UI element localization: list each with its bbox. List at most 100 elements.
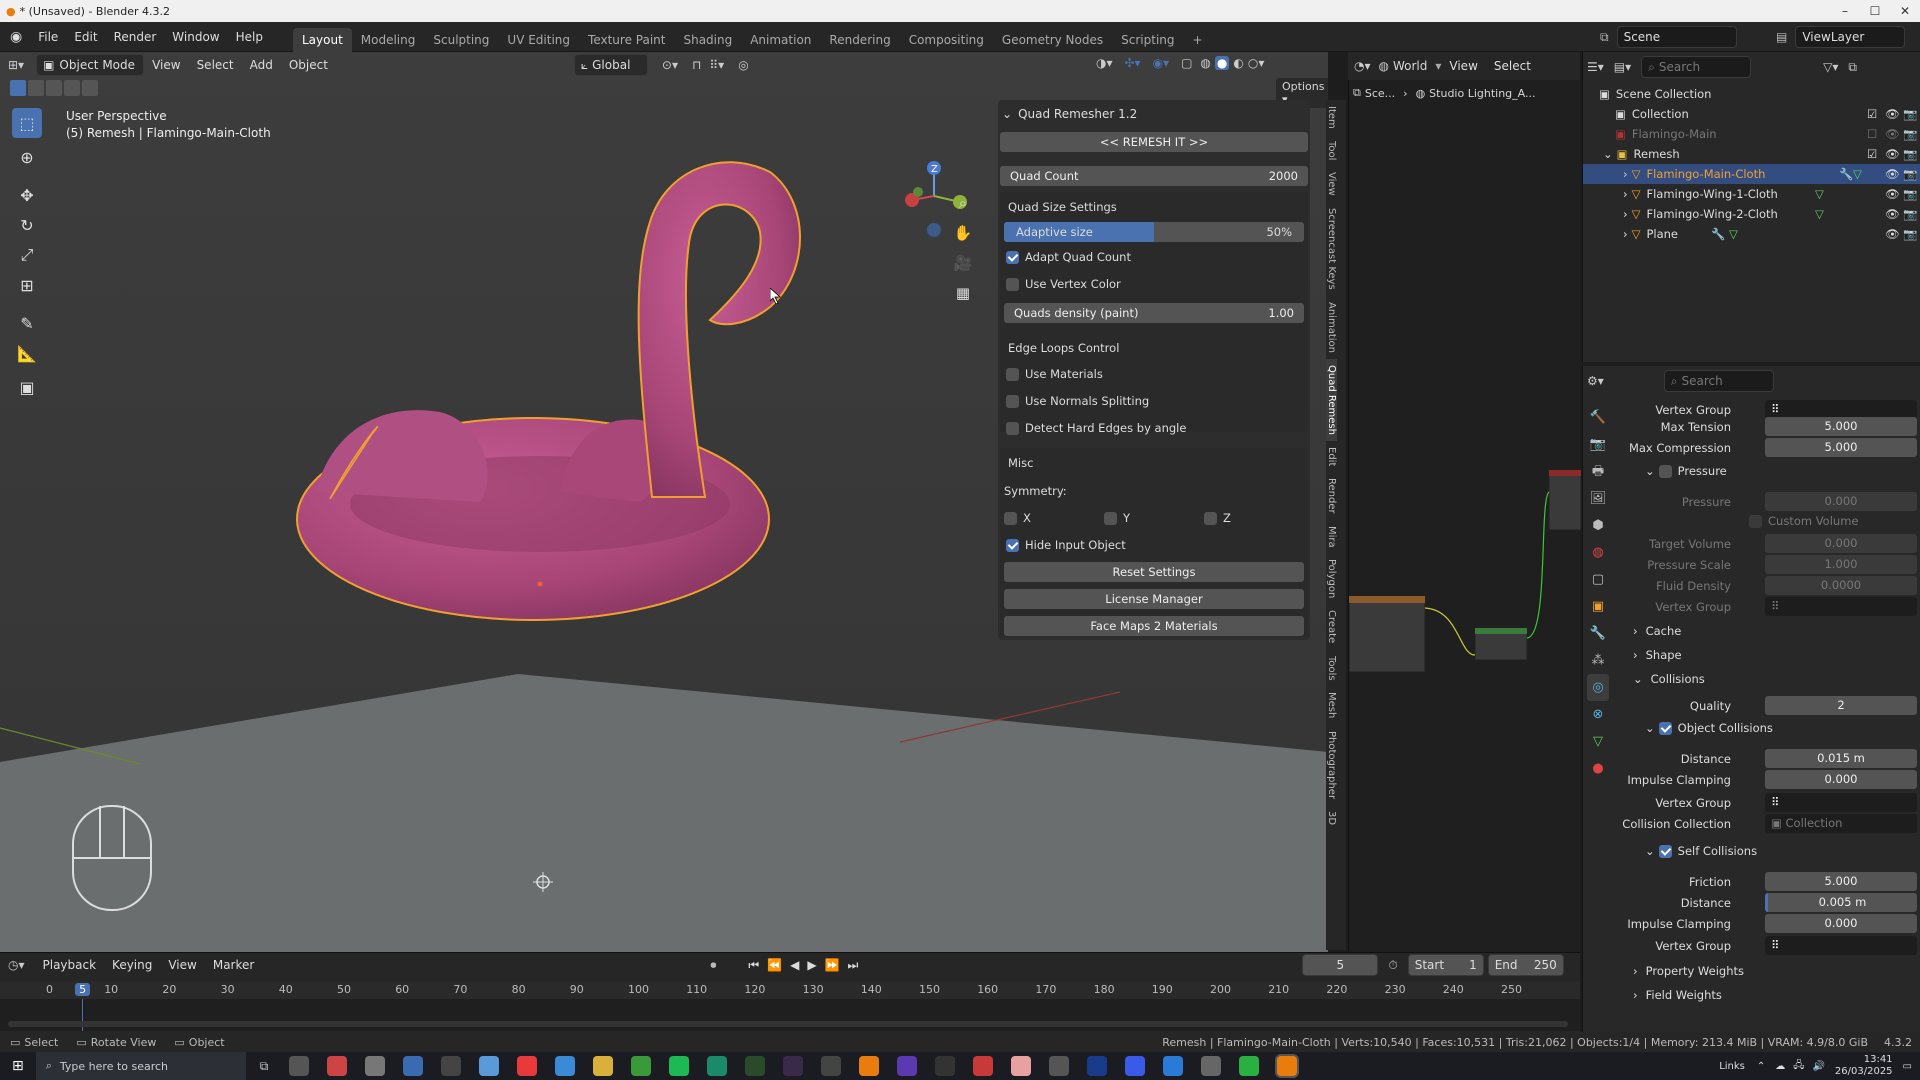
use-vertex-color-checkbox[interactable]: Use Vertex Color [1006, 277, 1310, 291]
xray-icon[interactable]: ▢ [1181, 56, 1192, 70]
sidebar-tab-photographer[interactable]: Photographer [1326, 725, 1337, 805]
solid-shading-icon[interactable]: ● [1214, 56, 1230, 70]
app-blender-icon[interactable] [1277, 1056, 1298, 1076]
app-mail-icon[interactable] [327, 1056, 348, 1076]
app-store-icon[interactable] [403, 1056, 424, 1076]
app-spotify-icon[interactable] [669, 1056, 690, 1076]
zoom-icon[interactable]: ⌕ [952, 188, 974, 218]
eye-icon[interactable]: 👁 [1885, 107, 1900, 121]
shape-panel-header[interactable]: › Shape [1633, 648, 1682, 662]
app-blue-icon[interactable] [1125, 1056, 1146, 1076]
workspace-tab-layout[interactable]: Layout [292, 27, 352, 52]
symmetry-x-checkbox[interactable]: X [1004, 511, 1104, 525]
detect-hard-edges-check-icon[interactable] [1006, 421, 1019, 435]
view-layer-properties-icon[interactable]: 🖼 [1587, 485, 1609, 512]
timeline-scrollbar[interactable] [8, 1021, 1568, 1027]
shader-node-editor[interactable]: ⧉ Sce... › ◍ Studio Lighting_A... [1348, 80, 1581, 952]
modifier-properties-icon[interactable]: 🔧 [1587, 620, 1609, 647]
use-normals-splitting-check-icon[interactable] [1006, 394, 1019, 408]
render-properties-icon[interactable]: 📷 [1587, 431, 1609, 458]
property-weights-panel-header[interactable]: › Property Weights [1633, 964, 1744, 978]
quad-count-field[interactable]: Quad Count 2000 [1000, 166, 1308, 186]
timeline-menu-marker[interactable]: Marker [205, 953, 262, 977]
snap-icon[interactable]: ⊓ [692, 58, 701, 72]
workspace-tab-texture-paint[interactable]: Texture Paint [579, 28, 674, 52]
sidebar-tab-tool[interactable]: Tool [1326, 135, 1337, 166]
field-weights-panel-header[interactable]: › Field Weights [1633, 988, 1722, 1002]
eye-icon[interactable]: 👁 [1885, 187, 1900, 201]
tray-links[interactable]: Links [1719, 1061, 1745, 1072]
camera-icon[interactable]: 📷 [1903, 207, 1917, 221]
current-frame-field[interactable]: 5 [1302, 954, 1379, 976]
outliner-row-flamingo-main[interactable]: ▣ Flamingo-Main ☐ 👁 📷 [1583, 124, 1920, 144]
app-obs-icon[interactable] [441, 1056, 462, 1076]
app-browser-icon[interactable] [517, 1056, 538, 1076]
camera-view-icon[interactable]: 🎥 [952, 248, 974, 278]
world-output-node[interactable] [1548, 469, 1581, 531]
symmetry-z-checkbox[interactable]: Z [1204, 511, 1304, 525]
pressure-subpanel-header[interactable]: ⌄ Pressure [1645, 464, 1727, 478]
viewport-menu-add[interactable]: Add [242, 52, 281, 78]
start-frame-field[interactable]: Start 1 [1407, 954, 1484, 976]
app-vscode-icon[interactable] [1163, 1056, 1184, 1076]
target-volume-field[interactable]: 0.000 [1765, 534, 1917, 553]
workspace-tab-modeling[interactable]: Modeling [352, 28, 425, 52]
select-subtract-icon[interactable] [46, 80, 62, 96]
detect-hard-edges-checkbox[interactable]: Detect Hard Edges by angle [1006, 421, 1310, 435]
scene-properties-icon[interactable]: ⬢ [1587, 512, 1609, 539]
transform-orientation-selector[interactable]: ⟀ Global [573, 54, 648, 76]
symmetry-y-check-icon[interactable] [1104, 511, 1117, 525]
frame-ruler[interactable]: 0 5 10 20 30 40 50 60 70 80 90 100 110 120 130 140 150 16… [0, 981, 1580, 999]
self-collisions-subpanel[interactable]: ⌄ Self Collisions [1645, 844, 1757, 858]
outliner-row-plane[interactable]: › ▽ Plane 🔧 ▽ 👁 📷 [1583, 224, 1920, 244]
app-wechat-icon[interactable] [1239, 1056, 1260, 1076]
hide-input-object-checkbox[interactable]: Hide Input Object [1006, 538, 1310, 552]
tray-volume-icon[interactable]: 🔊 [1812, 1061, 1824, 1072]
filter-icon[interactable]: ▽▾ [1823, 60, 1838, 74]
jump-keyframe-back-icon[interactable]: ⏪ [767, 958, 782, 972]
task-view-icon[interactable]: ⧉ [260, 1059, 269, 1074]
cache-panel-header[interactable]: › Cache [1633, 624, 1681, 638]
menu-render[interactable]: Render [106, 22, 165, 52]
app-settings-icon[interactable] [1201, 1056, 1222, 1076]
expand-chevron-icon[interactable]: › [1623, 187, 1628, 201]
workspace-tab-rendering[interactable]: Rendering [820, 28, 899, 52]
visibility-icon[interactable]: ◑▾ [1096, 56, 1113, 70]
app-unity-icon[interactable] [821, 1056, 842, 1076]
quality-field[interactable]: 2 [1765, 696, 1917, 715]
workspace-tab-compositing[interactable]: Compositing [900, 28, 993, 52]
tray-chevron-icon[interactable]: ⌃ [1757, 1061, 1765, 1072]
sidebar-tab-mesh[interactable]: Mesh [1326, 686, 1337, 724]
play-icon[interactable]: ▶ [807, 958, 816, 972]
view-layer-field[interactable]: ViewLayer [1795, 26, 1906, 48]
outliner-row-flamingo-main-cloth[interactable]: › ▽ Flamingo-Main-Cloth 🔧 ▽ 👁 📷 [1583, 164, 1920, 184]
object-properties-icon[interactable]: ▣ [1587, 593, 1609, 620]
expand-chevron-icon[interactable]: ⌄ [1603, 147, 1613, 161]
outliner-row-remesh[interactable]: ⌄ ▣ Remesh ☑ 👁 📷 [1583, 144, 1920, 164]
self-impulse-field[interactable]: 0.000 [1765, 914, 1917, 933]
exclude-checkbox-icon[interactable]: ☑ [1867, 107, 1877, 121]
select-intersect-icon[interactable] [82, 80, 98, 96]
properties-type-icon[interactable]: ⚙▾ [1587, 374, 1604, 388]
outliner-row-scene-collection[interactable]: ▣ Scene Collection [1583, 84, 1920, 104]
workspace-tab-shading[interactable]: Shading [674, 28, 741, 52]
select-box-tool-icon[interactable]: ⬚ [12, 108, 42, 138]
editor-type-icon[interactable]: ⊞▾ [8, 58, 24, 72]
scene-selector[interactable]: ⧉ Scene [1600, 26, 1737, 48]
sidebar-tab-polygon[interactable]: Polygon [1326, 553, 1337, 604]
adaptive-size-slider[interactable]: Adaptive size 50% [1004, 222, 1304, 242]
quads-density-field[interactable]: Quads density (paint) 1.00 [1004, 303, 1304, 323]
pressure-vertex-group-field[interactable]: ⠿ [1765, 597, 1917, 616]
blender-menu-icon[interactable]: ◉ [0, 29, 30, 45]
eye-icon[interactable]: 👁 [1885, 127, 1900, 141]
expand-chevron-icon[interactable]: › [1623, 207, 1628, 221]
workspace-tab-geometry-nodes[interactable]: Geometry Nodes [993, 28, 1112, 52]
mode-selector[interactable]: ▣ Object Mode [36, 54, 145, 76]
environment-texture-node[interactable] [1349, 595, 1426, 673]
measure-tool-icon[interactable]: 📐 [12, 338, 42, 368]
eye-icon[interactable]: 👁 [1885, 167, 1900, 181]
menu-file[interactable]: File [30, 22, 66, 52]
end-frame-field[interactable]: End 250 [1487, 954, 1564, 976]
pressure-scale-field[interactable]: 1.000 [1765, 555, 1917, 574]
workspace-tab-scripting[interactable]: Scripting [1112, 28, 1183, 52]
